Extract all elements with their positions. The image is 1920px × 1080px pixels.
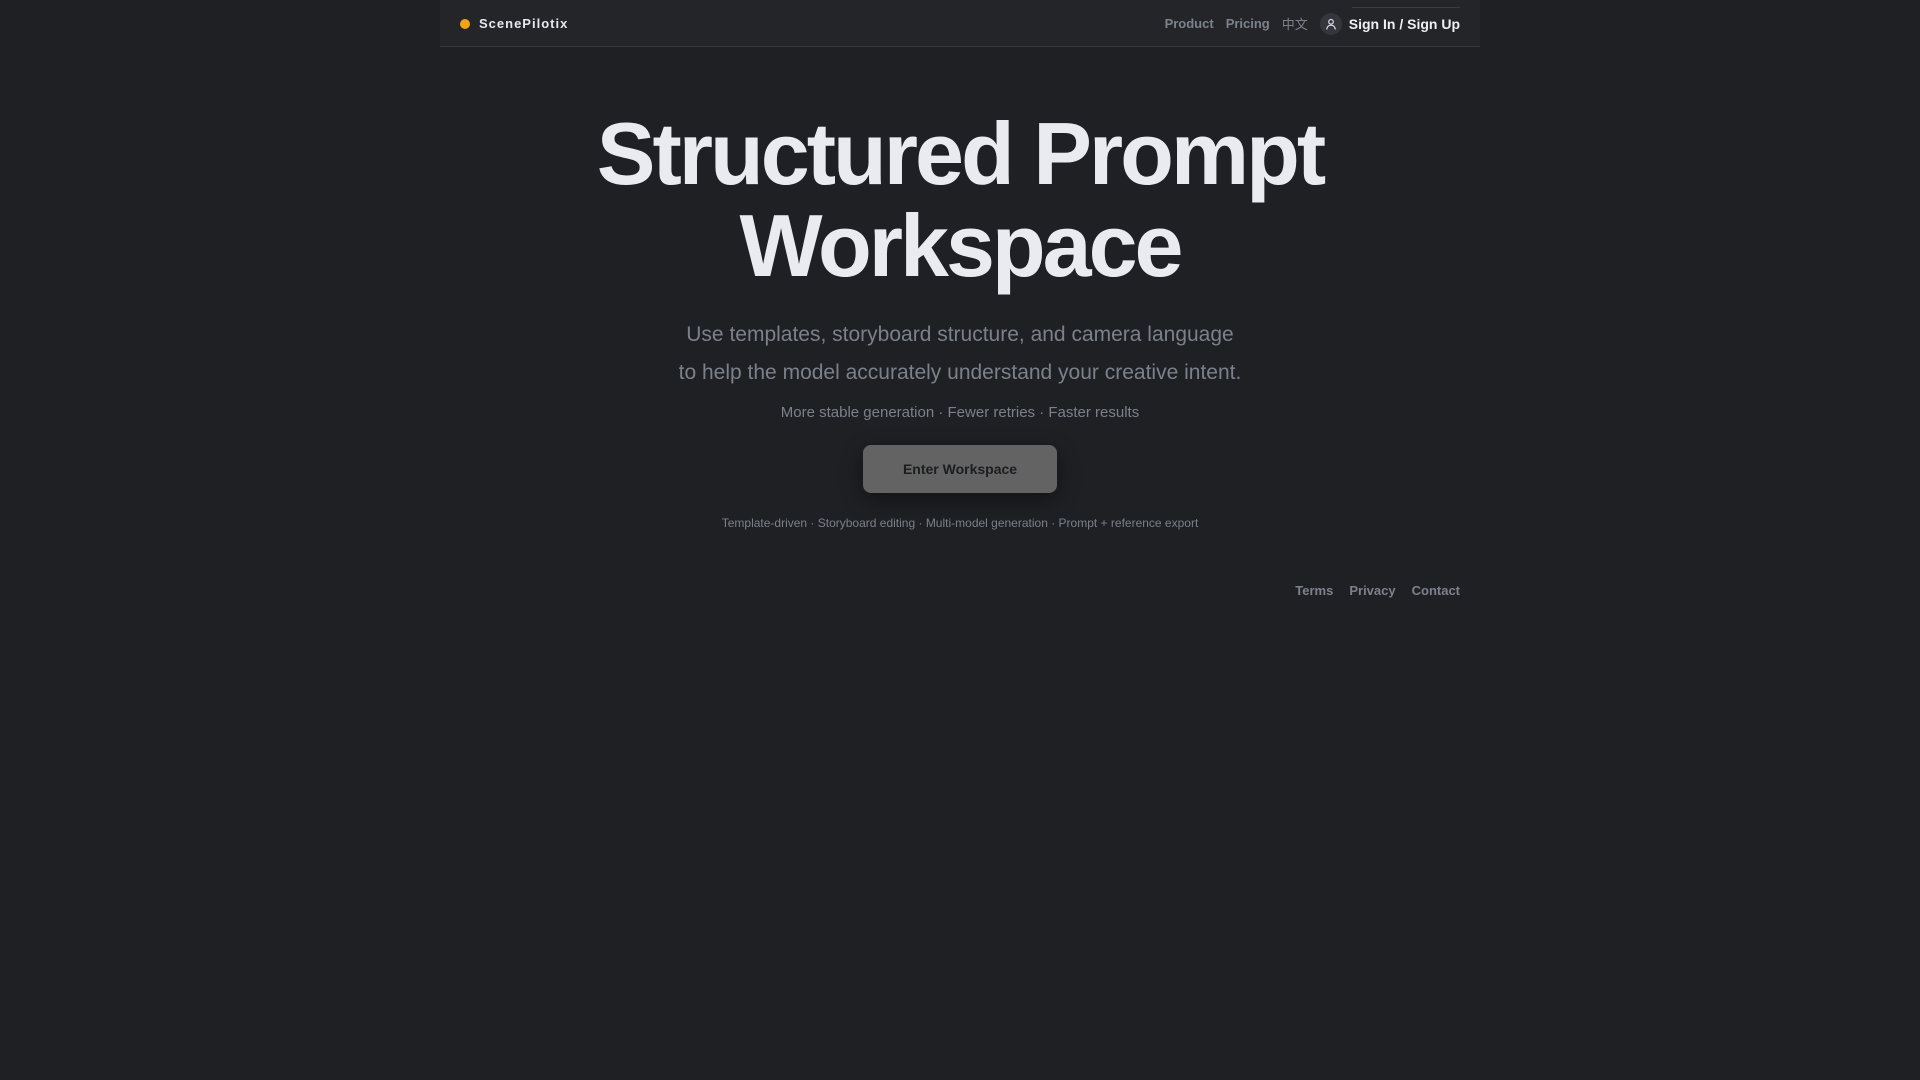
hero-title-line-1: Structured Prompt xyxy=(596,104,1326,203)
hero-subtitle-line-1: Use templates, storyboard structure, and… xyxy=(686,323,1234,346)
language-switch[interactable]: 中文 xyxy=(1282,14,1308,33)
footer-link-terms[interactable]: Terms xyxy=(1295,583,1333,598)
hero-tagline: More stable generation · Fewer retries ·… xyxy=(780,404,1140,421)
nav-link-pricing[interactable]: Pricing xyxy=(1226,16,1270,31)
sign-in-label: Sign In / Sign Up xyxy=(1348,15,1460,32)
nav-menu: Product Pricing 中文 Sign In / Sign Up xyxy=(1165,0,1461,47)
top-navbar: ScenePilotix Product Pricing 中文 Sign In … xyxy=(440,0,1480,47)
hero-title: Structured Prompt Workspace xyxy=(440,108,1480,292)
hero-title-line-2: Workspace xyxy=(739,196,1184,295)
user-icon-glyph xyxy=(1325,18,1336,30)
footer-links: Terms Privacy Contact xyxy=(1295,583,1460,598)
enter-workspace-button[interactable]: Enter Workspace xyxy=(863,445,1057,493)
sign-in-button[interactable]: Sign In / Sign Up xyxy=(1319,6,1461,41)
footer-link-privacy[interactable]: Privacy xyxy=(1349,583,1395,598)
feature-list: Template-driven · Storyboard editing · M… xyxy=(721,516,1199,530)
nav-link-product[interactable]: Product xyxy=(1165,16,1214,31)
landing-page: ScenePilotix Product Pricing 中文 Sign In … xyxy=(0,0,1920,1080)
user-icon xyxy=(1319,12,1342,35)
brand-dot-icon xyxy=(460,18,470,29)
brand-logo-link[interactable]: ScenePilotix xyxy=(460,0,568,47)
hero-section: Structured Prompt Workspace Use template… xyxy=(440,108,1480,531)
footer-link-contact[interactable]: Contact xyxy=(1412,583,1460,598)
hero-subtitle: Use templates, storyboard structure, and… xyxy=(640,316,1280,392)
brand-name: ScenePilotix xyxy=(479,16,569,31)
hero-subtitle-line-2: to help the model accurately understand … xyxy=(678,361,1242,384)
